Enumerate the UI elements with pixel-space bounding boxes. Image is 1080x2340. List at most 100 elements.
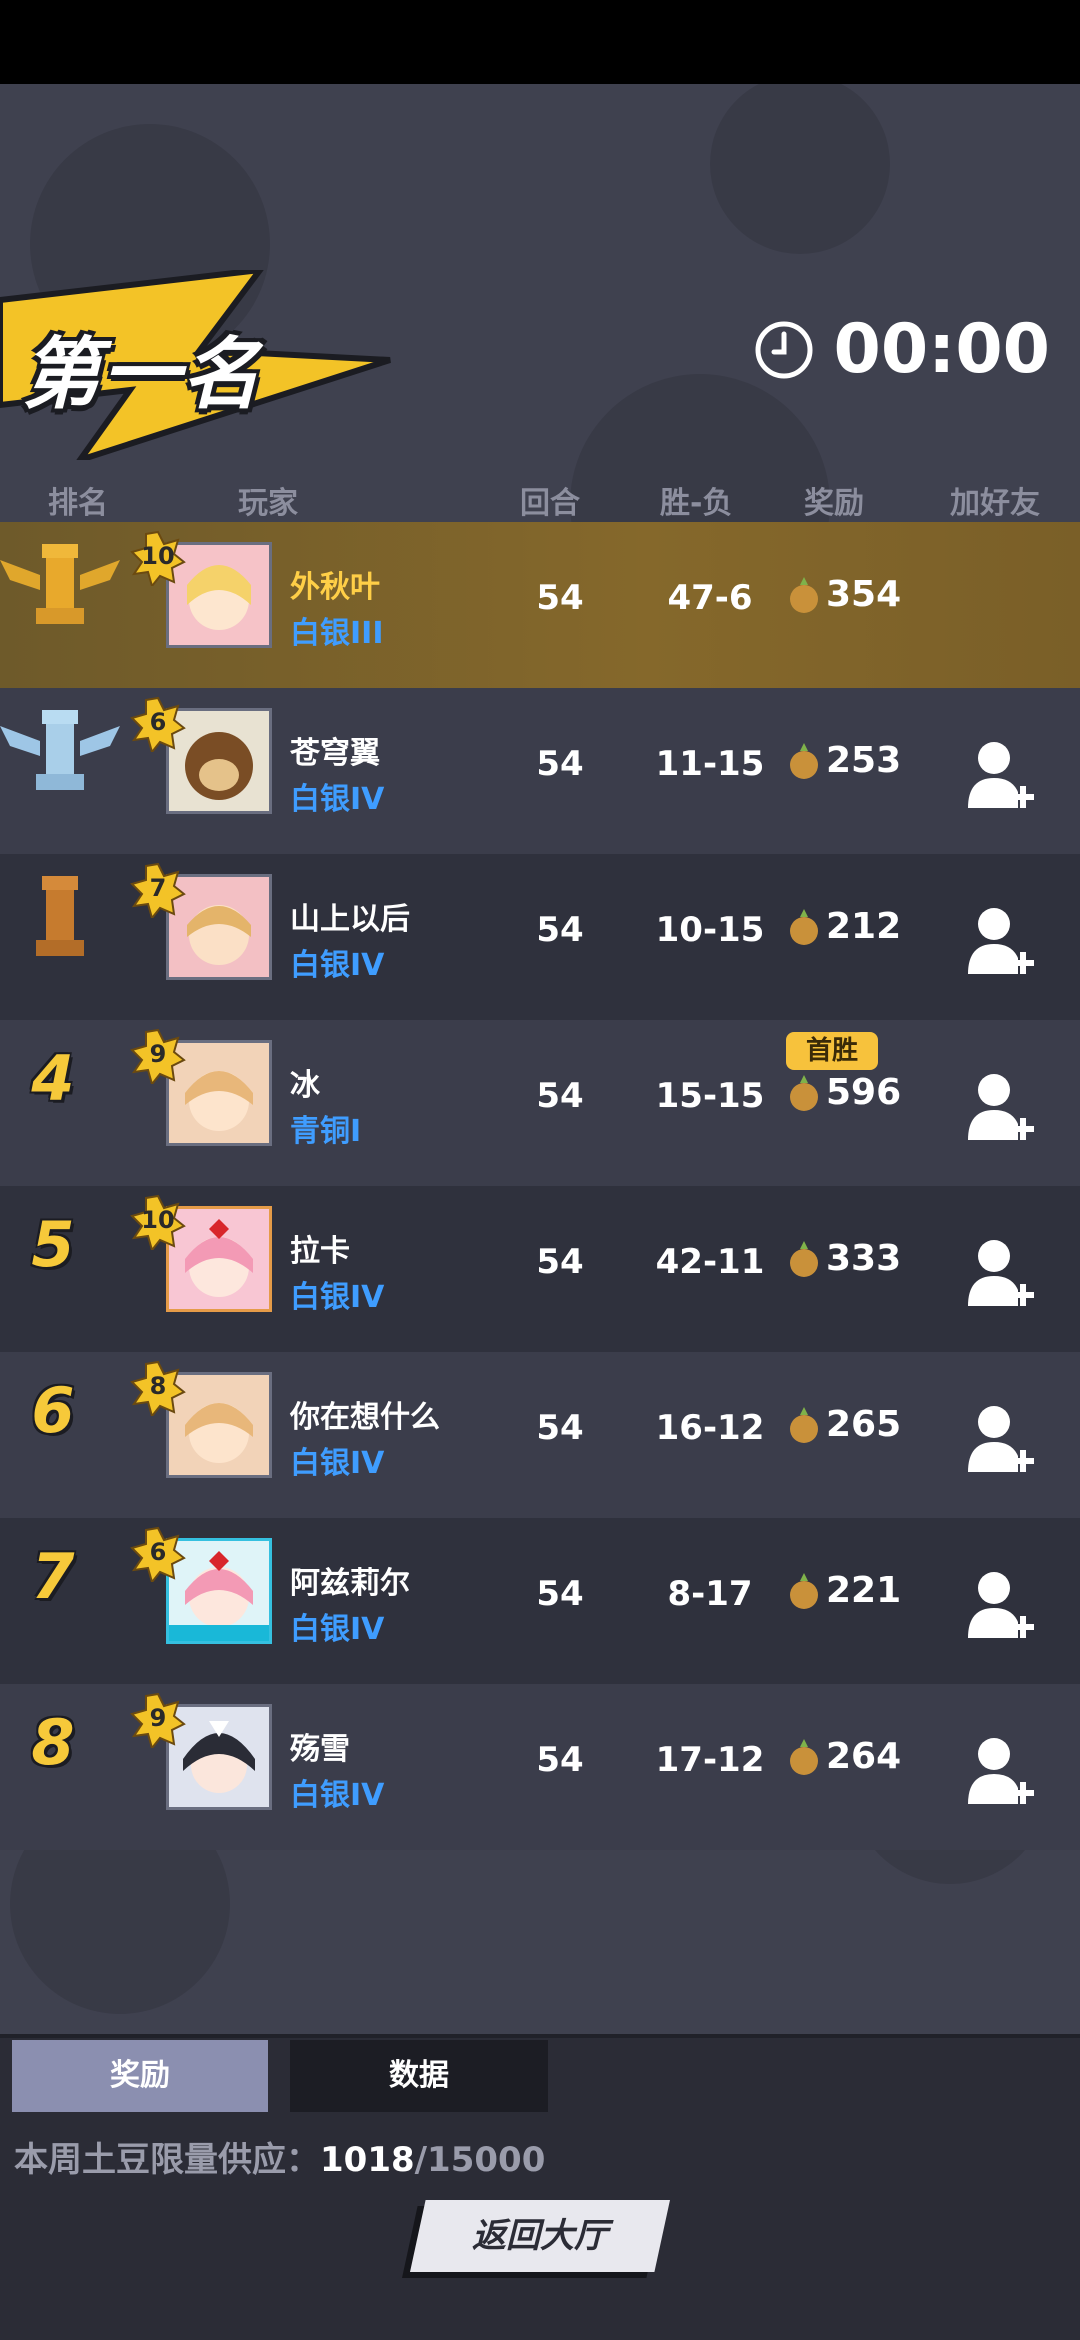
reward-value: 354 [826, 574, 902, 615]
player-name[interactable]: 殇雪 [290, 1724, 350, 1768]
level-text: 7 [149, 874, 167, 902]
reward: 212 [786, 906, 901, 947]
reward-value: 596 [826, 1072, 902, 1113]
player-tier: 白银IV [290, 1612, 385, 1647]
rank-number: 7 [31, 1540, 75, 1613]
rounds-value: 54 [536, 910, 584, 950]
player-name[interactable]: 拉卡 [290, 1226, 350, 1270]
first-win-badge: 首胜 [786, 1032, 878, 1070]
level-badge: 9 [130, 1692, 186, 1748]
reward-value: 265 [826, 1404, 902, 1445]
rank-number: 6 [31, 1374, 75, 1447]
potato-supply: 本周土豆限量供应：1018/15000 [14, 2132, 545, 2181]
level-badge: 7 [130, 862, 186, 918]
player-name[interactable]: 你在想什么 [290, 1392, 440, 1436]
player-tier: 白银III [290, 616, 384, 651]
table-row: 7 6 阿兹莉尔 白银IV 54 8-17 221 [0, 1518, 1080, 1684]
rounds-value: 54 [536, 744, 584, 784]
potato-icon [790, 1738, 818, 1775]
col-rank: 排名 [48, 486, 108, 521]
rank-number: 5 [31, 1208, 75, 1281]
add-friend-icon[interactable] [966, 1402, 1036, 1476]
level-text: 6 [149, 708, 167, 736]
level-badge: 10 [130, 1194, 186, 1250]
reward: 354 [786, 574, 901, 615]
level-text: 6 [149, 1538, 167, 1566]
add-friend-icon[interactable] [966, 1236, 1036, 1310]
tab-data[interactable]: 数据 [290, 2040, 548, 2112]
reward-value: 333 [826, 1238, 902, 1279]
supply-current: 1018 [320, 2140, 415, 2180]
reward: 221 [786, 1570, 901, 1611]
potato-icon [790, 1572, 818, 1609]
clock-icon [755, 321, 813, 378]
winloss-value: 8-17 [667, 1574, 753, 1614]
level-text: 8 [149, 1372, 167, 1400]
winloss-value: 42-11 [655, 1242, 765, 1282]
reward: 333 [786, 1238, 901, 1279]
winloss-value: 11-15 [655, 744, 765, 784]
reward: 265 [786, 1404, 901, 1445]
level-text: 10 [141, 542, 175, 570]
player-tier: 青铜I [290, 1114, 362, 1149]
rounds-value: 54 [536, 1574, 584, 1614]
supply-label: 本周土豆限量供应： [14, 2140, 320, 2180]
reward: 596 [786, 1072, 901, 1113]
add-friend-icon[interactable] [966, 904, 1036, 978]
rounds-value: 54 [536, 1740, 584, 1780]
level-badge: 6 [130, 696, 186, 752]
player-name[interactable]: 阿兹莉尔 [290, 1558, 410, 1602]
add-friend-icon[interactable] [966, 1734, 1036, 1808]
level-badge: 8 [130, 1360, 186, 1416]
potato-icon [790, 1406, 818, 1443]
col-reward: 奖励 [804, 486, 864, 521]
reward-value: 221 [826, 1570, 902, 1611]
level-badge: 9 [130, 1028, 186, 1084]
player-name[interactable]: 外秋叶 [290, 562, 380, 606]
level-badge: 10 [130, 530, 186, 586]
bronze-rook-medal-icon [36, 876, 84, 956]
rounds-value: 54 [536, 1242, 584, 1282]
player-tier: 白银IV [290, 1280, 385, 1315]
status-bar [0, 0, 1080, 84]
rounds-value: 54 [536, 1408, 584, 1448]
winloss-value: 17-12 [655, 1740, 765, 1780]
potato-icon [790, 742, 818, 779]
winloss-value: 47-6 [667, 578, 753, 618]
table-row: 6 8 你在想什么 白银IV 54 16-12 265 [0, 1352, 1080, 1518]
tab-reward[interactable]: 奖励 [12, 2040, 268, 2112]
timer: 00:00 [754, 310, 1050, 389]
player-name[interactable]: 山上以后 [290, 894, 410, 938]
winloss-value: 16-12 [655, 1408, 765, 1448]
reward: 253 [786, 740, 901, 781]
silver-rook-medal-icon [0, 710, 120, 790]
add-friend-icon[interactable] [966, 1070, 1036, 1144]
add-friend-icon[interactable] [966, 738, 1036, 812]
col-addfriend: 加好友 [950, 486, 1040, 521]
player-name[interactable]: 冰 [290, 1060, 320, 1104]
col-player: 玩家 [238, 486, 298, 521]
gold-rook-medal-icon [0, 544, 120, 624]
player-tier: 白银IV [290, 948, 385, 983]
level-text: 9 [149, 1704, 167, 1732]
winloss-value: 10-15 [655, 910, 765, 950]
reward-value: 212 [826, 906, 902, 947]
back-to-lobby-button[interactable]: 返回大厅 [410, 2200, 670, 2272]
table-row: 8 9 殇雪 白银IV 54 17-12 264 [0, 1684, 1080, 1850]
player-name[interactable]: 苍穹翼 [290, 728, 380, 772]
timer-text: 00:00 [833, 310, 1050, 389]
level-text: 10 [141, 1206, 175, 1234]
table-row: 10 外秋叶 白银III 54 47-6 354 [0, 522, 1080, 688]
player-tier: 白银IV [290, 782, 385, 817]
reward: 264 [786, 1736, 901, 1777]
level-badge: 6 [130, 1526, 186, 1582]
rank-number: 8 [31, 1706, 75, 1779]
table-row: 4 9 冰 青铜I 54 15-15 首胜 596 [0, 1020, 1080, 1186]
rank-number: 4 [31, 1042, 75, 1115]
reward-value: 264 [826, 1736, 902, 1777]
potato-icon [790, 1240, 818, 1277]
col-winloss: 胜-负 [660, 486, 733, 521]
player-tier: 白银IV [290, 1446, 385, 1481]
add-friend-icon[interactable] [966, 1568, 1036, 1642]
level-text: 9 [149, 1040, 167, 1068]
